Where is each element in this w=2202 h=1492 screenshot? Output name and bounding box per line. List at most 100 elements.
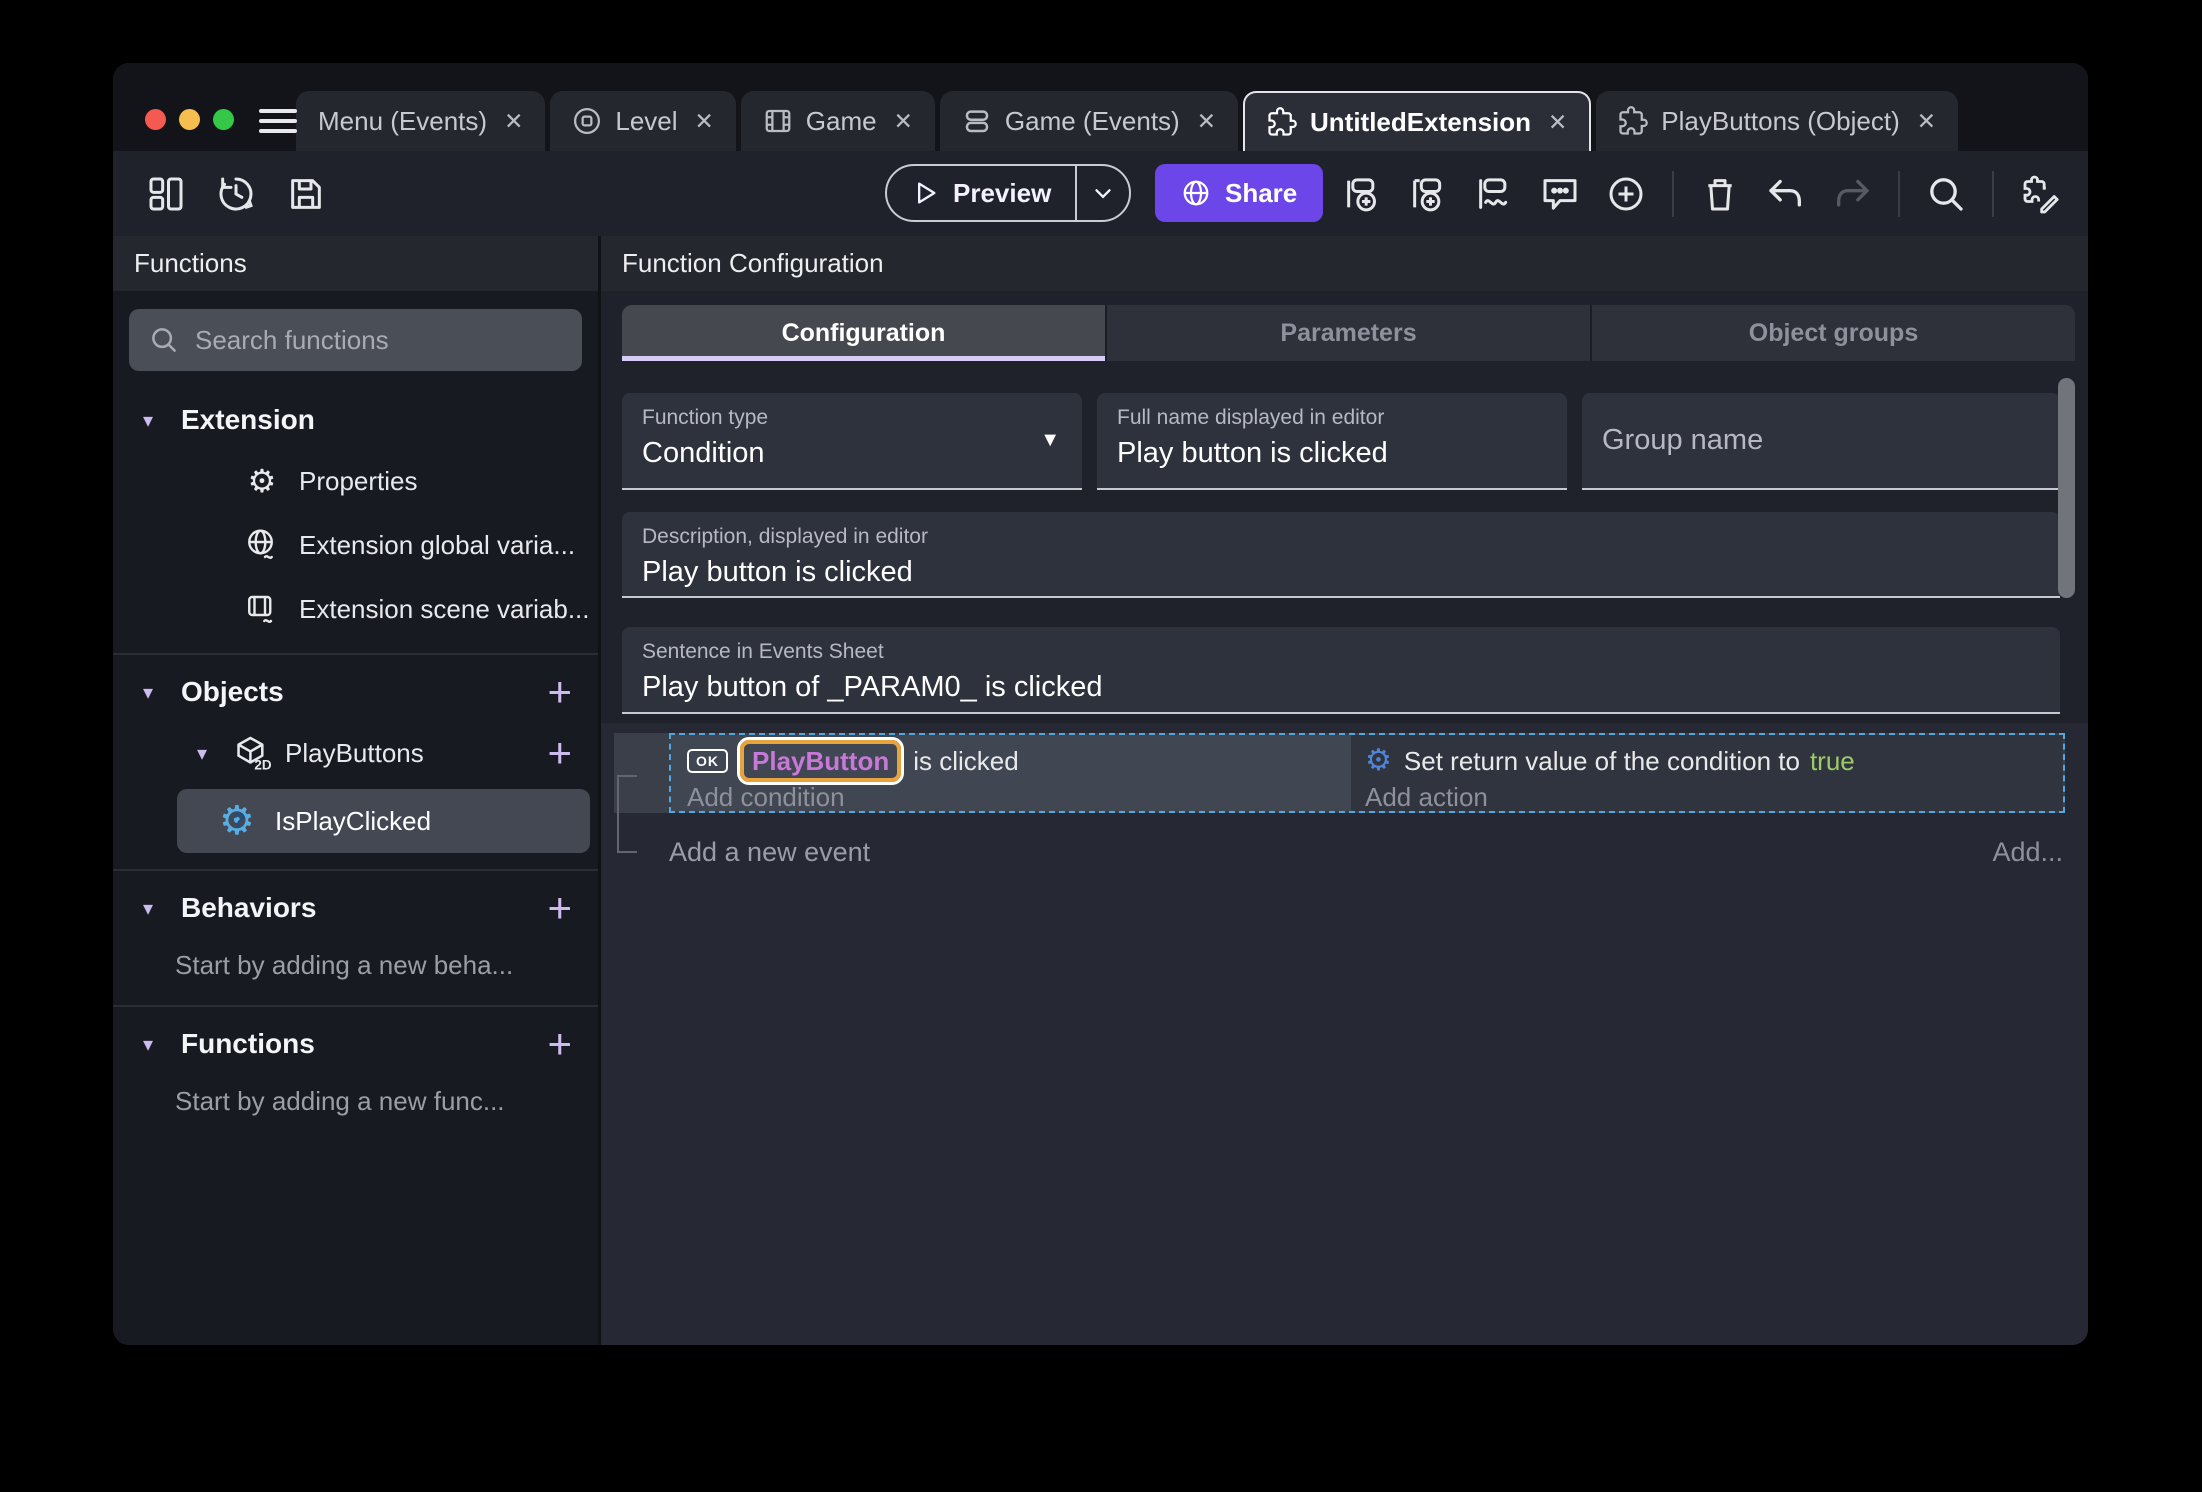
- close-icon[interactable]: ✕: [894, 108, 913, 135]
- globe-icon: [1181, 178, 1211, 208]
- tab-label: UntitledExtension: [1310, 106, 1532, 137]
- sidebar-item-scene-variables[interactable]: Extension scene variab...: [113, 577, 598, 641]
- functions-empty-hint: Start by adding a new func...: [175, 1085, 505, 1116]
- sidebar-item-playbuttons[interactable]: ▾ 2D PlayButtons +: [113, 721, 598, 785]
- puzzle-icon: [1267, 107, 1297, 137]
- minimize-window-button[interactable]: [179, 109, 200, 130]
- configuration-fields: Function type Condition ▼ Full name disp…: [622, 393, 2060, 714]
- event-bracket: [617, 775, 637, 853]
- preview-button[interactable]: Preview: [887, 166, 1075, 220]
- add-action-link[interactable]: Add action: [1365, 782, 2063, 813]
- share-button[interactable]: Share: [1155, 164, 1324, 222]
- gear-icon: ⚙: [247, 463, 277, 499]
- add-subevent-icon[interactable]: [1408, 174, 1448, 214]
- close-icon[interactable]: ✕: [504, 108, 523, 135]
- close-icon[interactable]: ✕: [1548, 109, 1567, 136]
- tab-label: Level: [615, 105, 678, 136]
- circle-plus-icon[interactable]: [1606, 174, 1646, 214]
- tab-untitled-extension[interactable]: UntitledExtension ✕: [1243, 91, 1592, 151]
- search-icon[interactable]: [1926, 174, 1966, 214]
- dropdown-arrow-icon: ▼: [1040, 429, 1060, 451]
- tab-label: PlayButtons (Object): [1661, 105, 1900, 136]
- close-icon[interactable]: ✕: [1917, 108, 1936, 135]
- add-more-link[interactable]: Add...: [1992, 837, 2063, 868]
- add-function-button[interactable]: +: [547, 1023, 572, 1065]
- scene-variables-icon: [243, 590, 281, 628]
- search-input[interactable]: [195, 324, 562, 356]
- add-object-button[interactable]: +: [547, 671, 572, 713]
- add-new-event-link[interactable]: Add a new event: [669, 837, 1992, 868]
- function-question-icon: ⚙ ?: [219, 799, 255, 843]
- sidebar-item-isplayclicked-selected[interactable]: ⚙ ? IsPlayClicked: [177, 789, 590, 853]
- close-icon[interactable]: ✕: [1197, 108, 1216, 135]
- preview-button-group: Preview: [885, 164, 1132, 222]
- sentence-field[interactable]: Sentence in Events Sheet Play button of …: [622, 627, 2060, 714]
- close-window-button[interactable]: [145, 109, 166, 130]
- add-condition-link[interactable]: Add condition: [687, 782, 1351, 813]
- section-header-objects[interactable]: ▾ Objects +: [113, 663, 598, 721]
- scrollbar-thumb[interactable]: [2058, 378, 2075, 598]
- add-other-events-icon[interactable]: [1474, 174, 1514, 214]
- gear-action-icon: ⚙: [1365, 744, 1392, 777]
- add-behavior-button[interactable]: +: [547, 887, 572, 929]
- tab-label: Menu (Events): [318, 105, 488, 136]
- object-chip-playbutton[interactable]: PlayButton: [740, 740, 902, 782]
- chevron-down-icon: ▾: [143, 897, 154, 920]
- section-header-behaviors[interactable]: ▾ Behaviors +: [113, 879, 598, 937]
- add-object-function-button[interactable]: +: [547, 732, 572, 774]
- actions-column: ⚙ Set return value of the condition to t…: [1351, 735, 2063, 813]
- tab-level[interactable]: Level ✕: [550, 91, 736, 151]
- comment-icon[interactable]: [1540, 174, 1580, 214]
- events-icon: [962, 106, 992, 136]
- zoom-window-button[interactable]: [213, 109, 234, 130]
- chevron-down-icon: ▾: [143, 409, 154, 432]
- tab-menu-events[interactable]: Menu (Events) ✕: [296, 91, 546, 151]
- history-icon[interactable]: [216, 174, 256, 214]
- save-icon[interactable]: [286, 174, 326, 214]
- undo-icon[interactable]: [1766, 174, 1806, 214]
- description-field[interactable]: Description, displayed in editor Play bu…: [622, 512, 2060, 598]
- add-event-row: Add a new event Add...: [614, 837, 2063, 868]
- tab-bar: Menu (Events) ✕ Level ✕ Game ✕ Game (Eve…: [113, 63, 2088, 151]
- tab-game-events[interactable]: Game (Events) ✕: [939, 91, 1238, 151]
- functions-sidebar: Functions ▾ Extension ⚙ Properties: [113, 236, 601, 1345]
- function-type-select[interactable]: Function type Condition ▼: [622, 393, 1082, 490]
- chevron-down-icon: ▾: [143, 1033, 154, 1056]
- condition-return-value[interactable]: true: [1810, 746, 1855, 777]
- tab-configuration[interactable]: Configuration: [622, 305, 1105, 361]
- section-functions: ▾ Functions + Start by adding a new func…: [113, 1005, 598, 1141]
- tab-game[interactable]: Game ✕: [740, 91, 935, 151]
- sidebar-item-global-variables[interactable]: Extension global varia...: [113, 513, 598, 577]
- section-extension: ▾ Extension ⚙ Properties Extension globa…: [113, 383, 598, 653]
- redo-icon[interactable]: [1832, 174, 1872, 214]
- ok-badge-icon: OK: [687, 749, 728, 773]
- sidebar-item-properties[interactable]: ⚙ Properties: [113, 449, 598, 513]
- tab-parameters[interactable]: Parameters: [1105, 305, 1590, 361]
- edit-extension-icon[interactable]: [2020, 174, 2060, 214]
- chevron-down-icon: ▾: [143, 681, 154, 704]
- cube-2d-icon: 2D: [233, 734, 271, 772]
- add-event-icon[interactable]: [1342, 174, 1382, 214]
- preview-dropdown-button[interactable]: [1075, 166, 1129, 220]
- film-icon: [763, 106, 793, 136]
- scene-icon: [572, 106, 602, 136]
- tab-object-groups[interactable]: Object groups: [1590, 305, 2075, 361]
- page-title: Function Configuration: [601, 236, 2088, 291]
- tab-label: Game: [805, 105, 877, 136]
- trash-icon[interactable]: [1700, 174, 1740, 214]
- event-row[interactable]: OK PlayButton is clicked Add condition ⚙…: [614, 733, 2065, 813]
- svg-text:2D: 2D: [254, 758, 271, 772]
- group-name-input[interactable]: [1602, 424, 2040, 457]
- tab-playbuttons-object[interactable]: PlayButtons (Object) ✕: [1596, 91, 1959, 151]
- tab-label: Game (Events): [1004, 105, 1180, 136]
- group-name-field[interactable]: [1582, 393, 2060, 490]
- project-manager-icon[interactable]: [146, 174, 186, 214]
- close-icon[interactable]: ✕: [695, 108, 714, 135]
- search-box: [129, 309, 582, 371]
- full-name-field[interactable]: Full name displayed in editor Play butto…: [1097, 393, 1567, 490]
- hamburger-icon[interactable]: [259, 109, 297, 133]
- chevron-down-icon: [1090, 180, 1116, 206]
- section-header-extension[interactable]: ▾ Extension: [113, 391, 598, 449]
- section-objects: ▾ Objects + ▾ 2D PlayButtons + ⚙ ? IsPla…: [113, 653, 598, 869]
- section-header-functions[interactable]: ▾ Functions +: [113, 1015, 598, 1073]
